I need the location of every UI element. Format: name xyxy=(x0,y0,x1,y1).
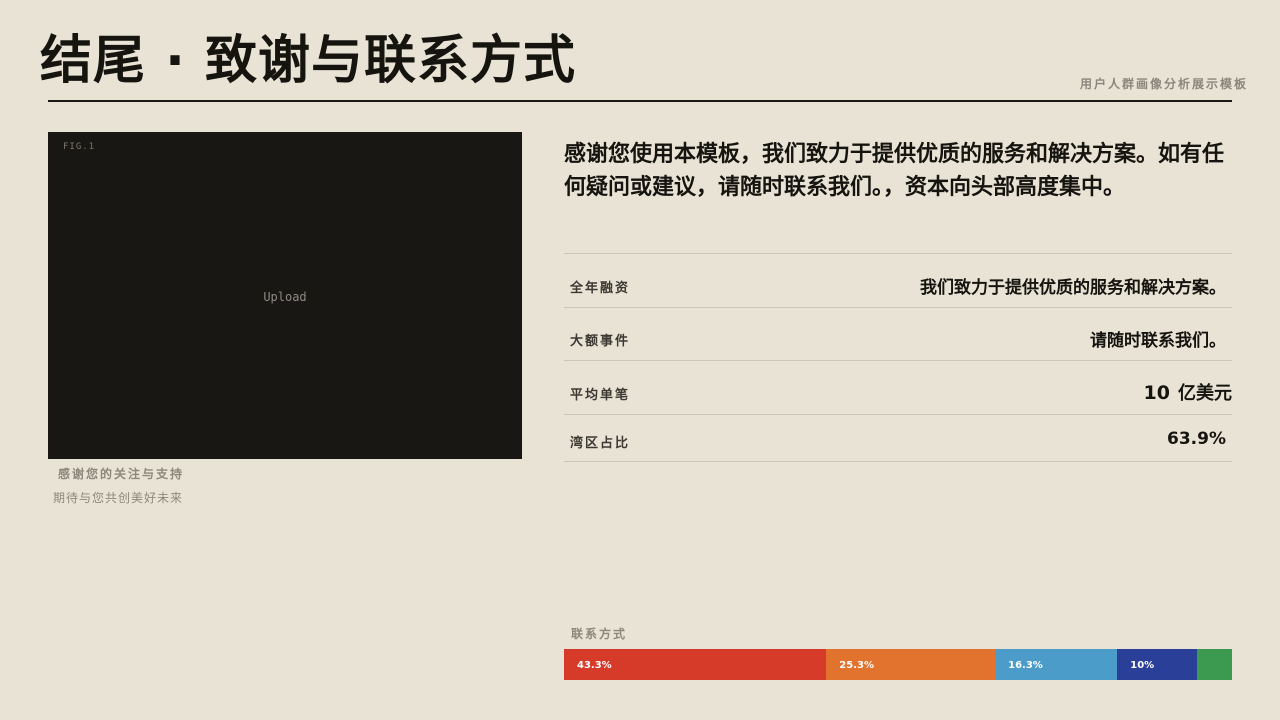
stat-label: 湾区占比 xyxy=(570,436,631,451)
bar-segment: 25.3% xyxy=(826,649,996,680)
template-name: 用户人群画像分析展示模板 xyxy=(1079,77,1248,91)
bar-segment xyxy=(1197,649,1233,680)
image-caption-subtitle: 期待与您共创美好未来 xyxy=(53,491,184,505)
bar-segment-label: 43.3% xyxy=(577,660,612,671)
bar-segment-label: 16.3% xyxy=(1008,660,1043,671)
page-title: 结尾 · 致谢与联系方式 xyxy=(40,31,576,91)
upload-label[interactable]: Upload xyxy=(48,290,522,304)
stat-row-large-events: 大额事件 请随时联系我们。 xyxy=(564,307,1232,361)
stat-value: 请随时联系我们。 xyxy=(1090,331,1226,351)
contact-label: 联系方式 xyxy=(571,627,628,641)
title-divider xyxy=(48,100,1232,102)
bar-segment-label: 10% xyxy=(1130,660,1155,671)
bar-segment: 43.3% xyxy=(564,649,827,680)
image-caption-title: 感谢您的关注与支持 xyxy=(58,467,185,481)
stat-row-average: 平均单笔 10 亿美元 xyxy=(564,360,1232,415)
lead-paragraph: 感谢您使用本模板，我们致力于提供优质的服务和解决方案。如有任何疑问或建议，请随时… xyxy=(564,142,1225,200)
stat-row-bay-share: 湾区占比 63.9% xyxy=(564,414,1232,462)
stat-label: 全年融资 xyxy=(570,281,631,296)
stat-value: 我们致力于提供优质的服务和解决方案。 xyxy=(920,278,1226,298)
stat-unit: 亿美元 xyxy=(1178,383,1232,404)
share-bar: 43.3% 25.3% 16.3% 10% xyxy=(564,649,1233,680)
stat-label: 平均单笔 xyxy=(570,388,631,403)
bar-segment: 10% xyxy=(1117,649,1198,680)
figure-label: FIG.1 xyxy=(63,142,96,152)
bar-segment-label: 25.3% xyxy=(839,660,874,671)
stat-value: 10 亿美元 xyxy=(1144,379,1232,405)
bar-segment: 16.3% xyxy=(995,649,1118,680)
stat-row-financing: 全年融资 我们致力于提供优质的服务和解决方案。 xyxy=(564,254,1232,308)
image-placeholder[interactable]: FIG.1 Upload xyxy=(48,132,522,459)
stat-value: 63.9% xyxy=(1167,429,1226,449)
stat-label: 大额事件 xyxy=(570,334,631,349)
stat-number: 10 xyxy=(1143,382,1170,404)
